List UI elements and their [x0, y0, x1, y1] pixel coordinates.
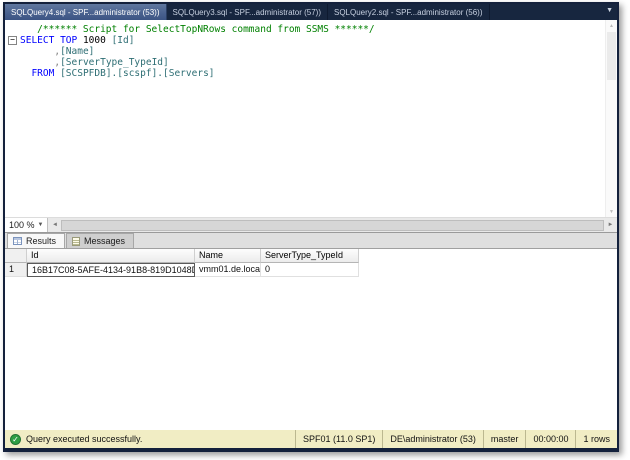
column-header[interactable]: Name — [195, 249, 261, 263]
document-tab[interactable]: SQLQuery3.sql - SPF...administrator (57)… — [167, 4, 328, 20]
grid-header-row: Id Name ServerType_TypeId — [5, 249, 617, 263]
success-check-icon: ✓ — [10, 433, 21, 445]
code-line: − SELECT TOP 1000 [Id] — [8, 35, 617, 46]
messages-icon — [72, 236, 81, 246]
code-line: FROM [SCSPFDB].[scspf].[Servers] — [20, 68, 617, 79]
editor-vertical-scrollbar[interactable]: ▲ ▼ — [605, 20, 617, 217]
grid-data-row: 116B17C08-5AFE-4134-91B8-819D1048D976vmm… — [5, 263, 617, 277]
column-header[interactable]: Id — [27, 249, 195, 263]
code-segment: [Name] — [60, 46, 95, 57]
tab-list-dropdown-icon[interactable]: ▼ — [606, 7, 613, 14]
zoom-level-label: 100 % — [9, 220, 35, 230]
code-line: ,[ServerType_TypeId] — [20, 57, 617, 68]
status-elapsed-time: 00:00:00 — [525, 430, 575, 448]
document-tab[interactable]: SQLQuery4.sql - SPF...administrator (53)… — [5, 4, 167, 20]
results-grid-pane: Id Name ServerType_TypeId 1 16B17C08-5AFE-41… — [5, 248, 617, 430]
results-tab-label: Messages — [84, 236, 126, 246]
grid-cell[interactable]: 0 — [261, 263, 359, 277]
status-server-instance: SPF01 (11.0 SP1) — [295, 430, 382, 448]
document-tabs: SQLQuery4.sql - SPF...administrator (53)… — [5, 4, 490, 20]
status-login-user: DE\administrator (53) — [382, 430, 483, 448]
sql-code[interactable]: /****** Script for SelectTopNRows comman… — [8, 24, 617, 79]
scroll-left-icon[interactable]: ◄ — [48, 222, 61, 228]
horizontal-scroll-thumb[interactable] — [61, 219, 604, 231]
results-tab-label: Results — [26, 236, 57, 246]
scroll-down-icon[interactable]: ▼ — [606, 206, 617, 217]
code-line: ,[Name] — [20, 46, 617, 57]
collapse-region-icon[interactable]: − — [8, 36, 17, 45]
status-bar: ✓ Query executed successfully. SPF01 (11… — [5, 430, 617, 448]
status-bar-segments: SPF01 (11.0 SP1) DE\administrator (53) mas… — [295, 430, 617, 448]
results-tab-strip: Results Messages — [5, 232, 617, 248]
document-tab[interactable]: SQLQuery2.sql - SPF...administrator (56)… — [328, 4, 490, 20]
grid-corner-cell — [5, 249, 27, 263]
vertical-scroll-thumb[interactable] — [607, 32, 616, 80]
status-row-count: 1 rows — [575, 430, 617, 448]
chevron-down-icon: ▼ — [37, 222, 44, 228]
code-segment: [SCSPFDB].[scspf].[Servers] — [60, 68, 215, 79]
row-number-cell[interactable]: 1 — [5, 263, 27, 277]
status-database: master — [482, 430, 526, 448]
code-segment: 1000 — [77, 35, 112, 46]
editor-bottom-strip: 100 % ▼ ◄ ► — [5, 217, 617, 232]
column-header[interactable]: ServerType_TypeId — [261, 249, 359, 263]
screenshot-canvas: SQLQuery4.sql - SPF...administrator (53)… — [0, 0, 630, 460]
code-segment: SELECT — [20, 35, 55, 46]
results-pane-tab-messages[interactable]: Messages — [66, 233, 135, 248]
document-tab-bar: SQLQuery4.sql - SPF...administrator (53)… — [5, 4, 617, 20]
horizontal-scrollbar[interactable]: ◄ ► — [48, 218, 617, 232]
code-line: /****** Script for SelectTopNRows comman… — [20, 24, 617, 35]
zoom-control[interactable]: 100 % ▼ — [5, 218, 49, 232]
code-segment: [ServerType_TypeId] — [60, 57, 169, 68]
code-segment: /****** Script for SelectTopNRows comman… — [37, 24, 375, 35]
code-segment: TOP — [60, 35, 78, 46]
scroll-right-icon[interactable]: ► — [604, 222, 617, 228]
results-grid: Id Name ServerType_TypeId 1 16B17C08-5AFE-41… — [5, 249, 617, 277]
grid-cell[interactable]: 16B17C08-5AFE-4134-91B8-819D1048D976 — [27, 263, 195, 277]
sql-editor[interactable]: /****** Script for SelectTopNRows comman… — [5, 20, 617, 217]
ssms-window: SQLQuery4.sql - SPF...administrator (53)… — [3, 2, 619, 452]
grid-cell[interactable]: vmm01.de.local — [195, 263, 261, 277]
status-message: Query executed successfully. — [26, 434, 143, 444]
results-grid-icon — [13, 237, 22, 245]
code-segment: [Id] — [111, 35, 135, 46]
results-pane-tab-results[interactable]: Results — [7, 233, 66, 248]
scroll-up-icon[interactable]: ▲ — [606, 20, 617, 31]
code-segment: FROM — [31, 68, 55, 79]
status-message-area: ✓ Query executed successfully. — [5, 433, 143, 445]
